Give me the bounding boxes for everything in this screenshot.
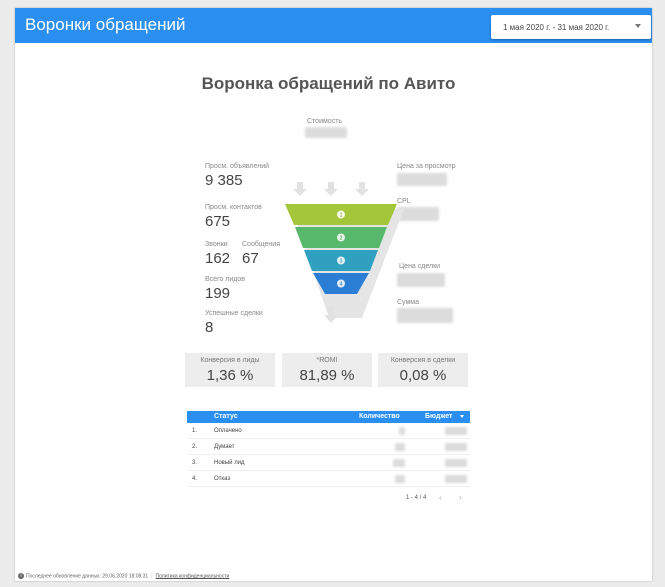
funnel-input-arrows [293,182,369,196]
page-title: Воронка обращений по Авито [201,74,456,93]
row-index: 3. [192,460,198,466]
column-header-status[interactable]: Статус [214,413,238,420]
row-budget-redacted [445,459,467,467]
report-header: Воронки обращений 1 мая 2020 г. - 31 мая… [15,8,652,43]
row-status: Оплачено [214,428,242,434]
successful-deals-label: Успешные сделки [205,310,263,317]
sort-desc-icon[interactable] [460,415,464,418]
row-budget-redacted [445,443,467,451]
funnel-stage-4-number: 4 [340,282,343,288]
dropdown-arrow-icon [635,24,641,28]
cost-value-redacted [305,127,347,138]
table-pagination: 1 - 4 / 4 ‹ › [187,491,470,503]
total-leads-value: 199 [205,285,231,302]
last-updated-text: Последнее обновление данных: 29.06.2020 … [26,573,149,580]
row-budget-redacted [445,475,467,483]
info-icon: i [18,573,24,579]
row-count-redacted [395,475,405,483]
row-count-redacted [399,427,405,435]
row-index: 2. [192,444,198,450]
footer-separator: | [151,573,153,580]
kpi-value: 0,08 % [399,367,447,384]
ad-views-value: 9 385 [205,172,243,189]
kpi-label: *ROMI [316,357,338,364]
table-row[interactable]: 1. Оплачено [187,423,470,439]
kpi-lead-conversion: Конверсия в лиды 1,36 % [185,353,275,387]
row-status: Новый лид [214,460,245,466]
down-arrow-icon [293,182,307,196]
funnel-stage-2-number: 2 [340,236,343,242]
date-range-value: 1 мая 2020 г. - 31 мая 2020 г. [503,22,610,32]
contact-views-label: Просм. контактов [205,204,262,211]
down-arrow-icon [355,182,369,196]
successful-deals-value: 8 [205,319,214,336]
status-table: Статус Количество Бюджет 1. Оплачено 2. … [187,411,470,503]
column-header-budget[interactable]: Бюджет [425,413,452,420]
row-index: 1. [192,428,198,434]
chevron-left-icon[interactable]: ‹ [439,493,442,502]
messages-value: 67 [242,250,259,267]
column-header-count[interactable]: Количество [359,413,400,420]
pagination-range: 1 - 4 / 4 [406,495,427,501]
calls-label: Звонки [205,241,228,248]
ad-views-label: Просм. объявлений [205,163,270,170]
kpi-label: Конверсия в сделки [390,357,456,364]
table-row[interactable]: 3. Новый лид [187,455,470,471]
row-status: Думает [214,444,235,450]
funnel-stage-3-number: 3 [340,259,343,265]
kpi-value: 1,36 % [206,367,254,384]
row-index: 4. [192,476,198,482]
cost-per-view-label: Цена за просмотр [397,163,456,170]
date-range-picker[interactable]: 1 мая 2020 г. - 31 мая 2020 г. [491,15,651,39]
row-count-redacted [393,459,405,467]
table-header: Статус Количество Бюджет [187,411,470,423]
total-leads-label: Всего лидов [205,276,245,283]
kpi-romi: *ROMI 81,89 % [282,353,372,387]
down-arrow-icon [324,182,338,196]
funnel-stage-1-number: 1 [340,213,343,219]
report-title: Воронки обращений [25,15,186,34]
funnel-chart: 1 2 3 4 [285,182,404,323]
cost-label: Стоимость [307,118,343,125]
row-count-redacted [395,443,405,451]
table-row[interactable]: 4. Отказ [187,471,470,487]
report-page: Воронки обращений 1 мая 2020 г. - 31 мая… [15,8,652,581]
table-row[interactable]: 2. Думает [187,439,470,455]
row-status: Отказ [214,476,231,482]
kpi-label: Конверсия в лиды [200,357,260,364]
kpi-value: 81,89 % [299,367,355,384]
report-footer: i Последнее обновление данных: 29.06.2020… [18,573,229,579]
privacy-policy-link[interactable]: Политика конфиденциальности [156,573,230,579]
row-budget-redacted [445,427,467,435]
contact-views-value: 675 [205,213,231,230]
calls-value: 162 [205,250,231,267]
kpi-deal-conversion: Конверсия в сделки 0,08 % [378,353,468,387]
chevron-right-icon[interactable]: › [459,493,462,502]
